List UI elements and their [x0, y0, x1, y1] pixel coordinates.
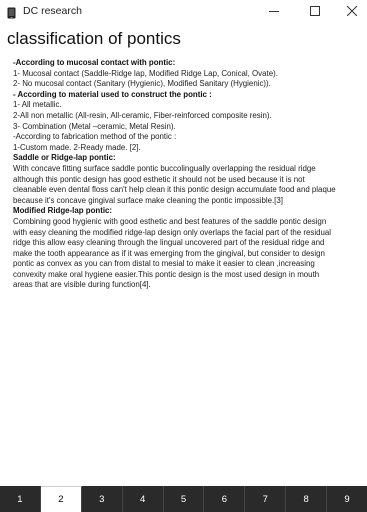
tab-page-4[interactable]: 4 — [123, 486, 164, 512]
body-text-line: -According to fabrication method of the … — [13, 132, 177, 142]
tab-page-9[interactable]: 9 — [327, 486, 367, 512]
tab-page-5[interactable]: 5 — [164, 486, 205, 512]
body-text-line: because it's concave gingival surface ma… — [13, 195, 283, 205]
body-text-line: make the tooth appearance as if it was e… — [13, 248, 325, 258]
body-text-line: cleanable even dental floss can't help c… — [13, 185, 336, 195]
minimize-icon — [269, 3, 279, 21]
close-icon — [346, 3, 358, 21]
maximize-icon — [310, 3, 320, 21]
phone-icon — [7, 6, 16, 19]
body-text-line: 1- All metallic. — [13, 100, 62, 110]
window-titlebar: DC research — [0, 0, 367, 24]
tab-page-3[interactable]: 3 — [82, 486, 123, 512]
tab-page-7[interactable]: 7 — [245, 486, 287, 512]
tab-page-6[interactable]: 6 — [204, 486, 246, 512]
body-text-line: 2- No mucosal contact (Sanitary (Hygieni… — [13, 79, 271, 89]
body-text-line: convexity make oral hygiene easier.This … — [13, 269, 320, 279]
minimize-button[interactable] — [255, 0, 293, 24]
body-text-line: although this pontic design has good est… — [13, 174, 305, 184]
body-text-line: areas that are visible during function[4… — [13, 280, 151, 290]
section-heading: - According to material used to construc… — [13, 89, 212, 99]
window-title: DC research — [23, 5, 82, 17]
body-text-line: 1-Custom made. 2-Ready made. [2]. — [13, 142, 141, 152]
body-text-line: 3- Combination (Metal –ceramic, Metal Re… — [13, 121, 176, 131]
article-body: -According to mucosal contact with ponti… — [13, 58, 361, 291]
body-text-line: Combining good hygienic with good esthet… — [13, 216, 327, 226]
page-tab-bar: 123456789 — [0, 486, 367, 512]
body-text-line: 1- Mucosal contact (Saddle-Ridge lap, Mo… — [13, 68, 278, 78]
tab-page-8[interactable]: 8 — [286, 486, 328, 512]
maximize-button[interactable] — [296, 0, 334, 24]
page-title: classification of pontics — [7, 29, 181, 48]
tab-page-2[interactable]: 2 — [40, 486, 82, 512]
body-text-line: with easy cleaning the modified ridge-la… — [13, 227, 332, 237]
body-text-line: 2-All non metallic (All-resin, All-ceram… — [13, 110, 272, 120]
tab-page-1[interactable]: 1 — [0, 486, 41, 512]
body-text-line: pontic as convex as you can from distal … — [13, 259, 315, 269]
section-heading: Modified Ridge-lap pontic: — [13, 206, 113, 216]
close-button[interactable] — [333, 0, 367, 24]
body-text-line: With concave fitting surface saddle pont… — [13, 163, 316, 173]
section-heading: -According to mucosal contact with ponti… — [13, 58, 176, 67]
body-text-line: ridge this allow easy cleaning through t… — [13, 238, 325, 248]
section-heading: Saddle or Ridge-lap pontic: — [13, 153, 116, 163]
